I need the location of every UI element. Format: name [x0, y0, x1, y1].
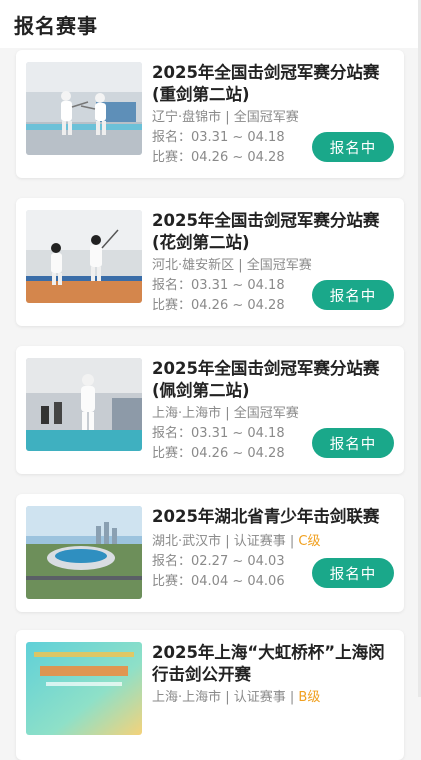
event-location: 辽宁·盘锦市 | 全国冠军赛	[152, 110, 299, 125]
page-header: 报名赛事	[0, 0, 421, 48]
certification-level-badge: B级	[298, 690, 321, 705]
event-card[interactable]: 2025年全国击剑冠军赛分站赛(花剑第二站) 河北·雄安新区 | 全国冠军赛 报…	[16, 198, 404, 326]
event-card[interactable]: 2025年湖北省青少年击剑联赛 湖北·武汉市 | 认证赛事 | C级 报名：02…	[16, 494, 404, 612]
certification-level-badge: C级	[298, 534, 321, 549]
event-signup-dates: 报名：03.31 ~ 04.18	[152, 426, 285, 441]
event-title: 2025年全国击剑冠军赛分站赛(花剑第二站)	[152, 211, 380, 252]
stadium-photo-image	[26, 506, 142, 599]
event-signup-dates: 报名：03.31 ~ 04.18	[152, 130, 285, 145]
event-title: 2025年全国击剑冠军赛分站赛(重剑第二站)	[152, 63, 380, 104]
event-match-dates: 比赛：04.04 ~ 04.06	[152, 574, 285, 589]
event-title: 2025年湖北省青少年击剑联赛	[152, 507, 380, 526]
event-location: 湖北·武汉市 | 认证赛事 | C级	[152, 534, 321, 549]
fencing-photo-image	[26, 358, 142, 451]
event-poster-image	[26, 642, 142, 735]
event-title: 2025年全国击剑冠军赛分站赛(佩剑第二站)	[152, 359, 380, 400]
fencing-photo-image	[26, 210, 142, 303]
event-thumbnail	[26, 210, 142, 303]
event-thumbnail	[26, 62, 142, 155]
fencing-photo-image	[26, 62, 142, 155]
event-card[interactable]: 2025年全国击剑冠军赛分站赛(重剑第二站) 辽宁·盘锦市 | 全国冠军赛 报名…	[16, 50, 404, 178]
event-signup-dates: 报名：03.31 ~ 04.18	[152, 278, 285, 293]
event-location: 上海·上海市 | 认证赛事 | B级	[152, 690, 321, 705]
signup-button[interactable]: 报名中	[312, 132, 394, 162]
page-title: 报名赛事	[14, 13, 98, 38]
event-card[interactable]: 2025年上海“大虹桥杯”上海闵行击剑公开赛 上海·上海市 | 认证赛事 | B…	[16, 630, 404, 760]
signup-button[interactable]: 报名中	[312, 280, 394, 310]
event-thumbnail	[26, 358, 142, 451]
signup-button[interactable]: 报名中	[312, 558, 394, 588]
event-signup-dates: 报名：02.27 ~ 04.03	[152, 554, 285, 569]
event-match-dates: 比赛：04.26 ~ 04.28	[152, 150, 285, 165]
event-match-dates: 比赛：04.26 ~ 04.28	[152, 298, 285, 313]
event-location: 河北·雄安新区 | 全国冠军赛	[152, 258, 312, 273]
signup-button[interactable]: 报名中	[312, 428, 394, 458]
event-match-dates: 比赛：04.26 ~ 04.28	[152, 446, 285, 461]
event-thumbnail	[26, 642, 142, 735]
event-title: 2025年上海“大虹桥杯”上海闵行击剑公开赛	[152, 643, 385, 684]
event-thumbnail	[26, 506, 142, 599]
event-location: 上海·上海市 | 全国冠军赛	[152, 406, 299, 421]
event-card[interactable]: 2025年全国击剑冠军赛分站赛(佩剑第二站) 上海·上海市 | 全国冠军赛 报名…	[16, 346, 404, 474]
